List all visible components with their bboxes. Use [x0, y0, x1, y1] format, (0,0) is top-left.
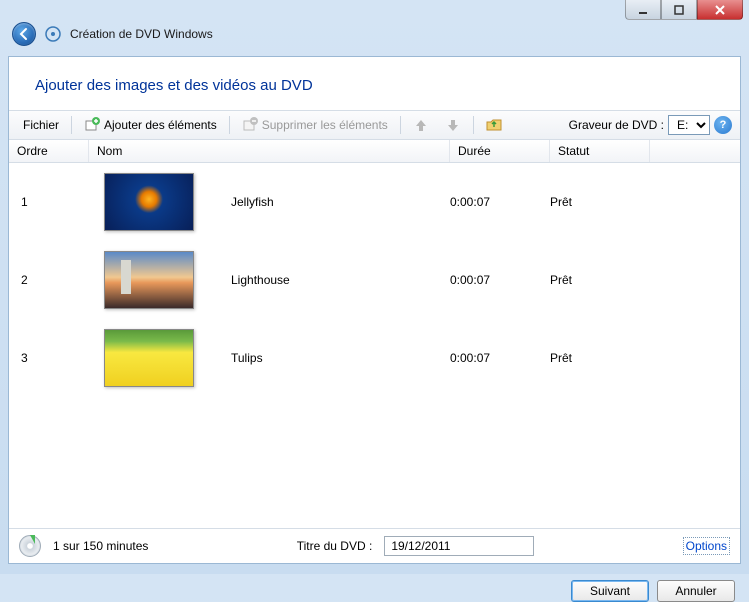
- col-header-name[interactable]: Nom: [89, 140, 450, 162]
- cell-status: Prêt: [550, 273, 650, 287]
- move-up-button: [407, 114, 435, 136]
- cell-order: 3: [9, 351, 89, 365]
- item-list: 1Jellyfish0:00:07Prêt2Lighthouse0:00:07P…: [9, 163, 740, 528]
- options-link[interactable]: Options: [683, 537, 730, 555]
- separator: [400, 116, 401, 134]
- col-header-order[interactable]: Ordre: [9, 140, 89, 162]
- cell-duration: 0:00:07: [450, 351, 550, 365]
- cell-order: 1: [9, 195, 89, 209]
- cell-order: 2: [9, 273, 89, 287]
- list-header: Ordre Nom Durée Statut: [9, 140, 740, 163]
- cell-name: Tulips: [209, 351, 450, 365]
- thumbnail-image: [104, 329, 194, 387]
- table-row[interactable]: 1 Jellyfish0:00:07Prêt: [9, 163, 740, 241]
- cancel-button[interactable]: Annuler: [657, 580, 735, 602]
- add-items-button[interactable]: Ajouter des éléments: [78, 114, 223, 136]
- cell-name: Lighthouse: [209, 273, 450, 287]
- file-menu[interactable]: Fichier: [17, 115, 65, 135]
- disc-usage-icon: [19, 535, 41, 557]
- move-down-button: [439, 114, 467, 136]
- help-button[interactable]: ?: [714, 116, 732, 134]
- remove-items-button: Supprimer les éléments: [236, 114, 394, 136]
- cell-thumbnail: [89, 173, 209, 231]
- header-bar: Création de DVD Windows: [0, 0, 749, 52]
- status-bar: 1 sur 150 minutes Titre du DVD : Options: [9, 528, 740, 563]
- cell-name: Jellyfish: [209, 195, 450, 209]
- dvd-title-input[interactable]: [384, 536, 534, 556]
- remove-icon: [242, 117, 258, 133]
- dialog-panel: Ajouter des images et des vidéos au DVD …: [8, 56, 741, 564]
- page-title: Ajouter des images et des vidéos au DVD: [9, 57, 740, 110]
- add-items-label: Ajouter des éléments: [104, 118, 217, 132]
- file-menu-label: Fichier: [23, 118, 59, 132]
- col-header-end: [650, 140, 740, 162]
- arrow-up-icon: [413, 117, 429, 133]
- arrow-down-icon: [445, 117, 461, 133]
- separator: [71, 116, 72, 134]
- toolbar: Fichier Ajouter des éléments Supprimer l…: [9, 110, 740, 140]
- burner-label: Graveur de DVD :: [569, 118, 664, 132]
- button-row: Suivant Annuler: [0, 572, 749, 602]
- cell-duration: 0:00:07: [450, 273, 550, 287]
- dvd-app-icon: [44, 25, 62, 43]
- thumbnail-image: [104, 251, 194, 309]
- table-row[interactable]: 2 Lighthouse0:00:07Prêt: [9, 241, 740, 319]
- add-icon: [84, 117, 100, 133]
- back-button[interactable]: [12, 22, 36, 46]
- separator: [229, 116, 230, 134]
- remove-items-label: Supprimer les éléments: [262, 118, 388, 132]
- separator: [473, 116, 474, 134]
- next-button[interactable]: Suivant: [571, 580, 649, 602]
- window-title: Création de DVD Windows: [70, 27, 213, 41]
- folder-up-icon: [486, 117, 502, 133]
- usage-text: 1 sur 150 minutes: [53, 539, 148, 553]
- folder-button[interactable]: [480, 114, 508, 136]
- cell-duration: 0:00:07: [450, 195, 550, 209]
- cell-thumbnail: [89, 329, 209, 387]
- table-row[interactable]: 3 Tulips0:00:07Prêt: [9, 319, 740, 397]
- col-header-status[interactable]: Statut: [550, 140, 650, 162]
- cell-thumbnail: [89, 251, 209, 309]
- cell-status: Prêt: [550, 351, 650, 365]
- burner-select[interactable]: E:: [668, 115, 710, 135]
- thumbnail-image: [104, 173, 194, 231]
- dvd-title-label: Titre du DVD :: [297, 539, 373, 553]
- col-header-duration[interactable]: Durée: [450, 140, 550, 162]
- cell-status: Prêt: [550, 195, 650, 209]
